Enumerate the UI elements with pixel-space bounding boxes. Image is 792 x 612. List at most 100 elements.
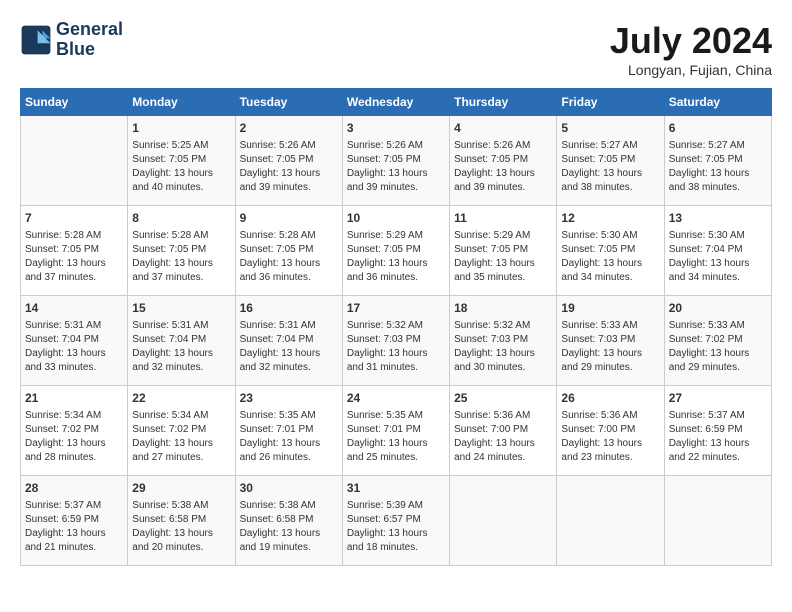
day-info: Sunrise: 5:26 AM Sunset: 7:05 PM Dayligh… (347, 139, 445, 195)
day-info: Sunrise: 5:25 AM Sunset: 7:05 PM Dayligh… (132, 139, 230, 195)
calendar-day-cell: 14Sunrise: 5:31 AM Sunset: 7:04 PM Dayli… (21, 296, 128, 386)
day-info: Sunrise: 5:35 AM Sunset: 7:01 PM Dayligh… (240, 409, 338, 465)
day-info: Sunrise: 5:28 AM Sunset: 7:05 PM Dayligh… (25, 229, 123, 285)
day-number: 15 (132, 300, 230, 317)
day-info: Sunrise: 5:29 AM Sunset: 7:05 PM Dayligh… (454, 229, 552, 285)
day-info: Sunrise: 5:36 AM Sunset: 7:00 PM Dayligh… (561, 409, 659, 465)
calendar-day-header: Tuesday (235, 89, 342, 116)
day-number: 25 (454, 390, 552, 407)
day-number: 6 (669, 120, 767, 137)
calendar-day-header: Monday (128, 89, 235, 116)
day-info: Sunrise: 5:33 AM Sunset: 7:03 PM Dayligh… (561, 319, 659, 375)
day-info: Sunrise: 5:39 AM Sunset: 6:57 PM Dayligh… (347, 499, 445, 555)
day-info: Sunrise: 5:38 AM Sunset: 6:58 PM Dayligh… (240, 499, 338, 555)
calendar-day-cell: 9Sunrise: 5:28 AM Sunset: 7:05 PM Daylig… (235, 206, 342, 296)
day-number: 1 (132, 120, 230, 137)
day-number: 11 (454, 210, 552, 227)
day-info: Sunrise: 5:31 AM Sunset: 7:04 PM Dayligh… (25, 319, 123, 375)
day-number: 30 (240, 480, 338, 497)
calendar-day-cell (21, 116, 128, 206)
calendar-header-row: SundayMondayTuesdayWednesdayThursdayFrid… (21, 89, 772, 116)
day-info: Sunrise: 5:33 AM Sunset: 7:02 PM Dayligh… (669, 319, 767, 375)
calendar-day-cell: 6Sunrise: 5:27 AM Sunset: 7:05 PM Daylig… (664, 116, 771, 206)
day-number: 4 (454, 120, 552, 137)
day-number: 3 (347, 120, 445, 137)
calendar-day-cell: 23Sunrise: 5:35 AM Sunset: 7:01 PM Dayli… (235, 386, 342, 476)
page-header: General Blue July 2024 Longyan, Fujian, … (20, 20, 772, 78)
day-number: 24 (347, 390, 445, 407)
calendar-day-cell: 28 Sunrise: 5:37 AM Sunset: 6:59 PM Dayli… (21, 476, 128, 566)
day-number: 29 (132, 480, 230, 497)
calendar-day-cell: 21Sunrise: 5:34 AM Sunset: 7:02 PM Dayli… (21, 386, 128, 476)
day-info: Sunrise: 5:38 AM Sunset: 6:58 PM Dayligh… (132, 499, 230, 555)
day-info: Sunrise: 5:32 AM Sunset: 7:03 PM Dayligh… (454, 319, 552, 375)
calendar-day-cell: 4 Sunrise: 5:26 AM Sunset: 7:05 PM Daylig… (450, 116, 557, 206)
calendar-week-row: 7 Sunrise: 5:28 AM Sunset: 7:05 PM Daylig… (21, 206, 772, 296)
day-info: Sunrise: 5:29 AM Sunset: 7:05 PM Dayligh… (347, 229, 445, 285)
day-info: Sunrise: 5:30 AM Sunset: 7:04 PM Dayligh… (669, 229, 767, 285)
day-number: 28 (25, 480, 123, 497)
day-info: Sunrise: 5:37 AM Sunset: 6:59 PM Dayligh… (25, 499, 123, 555)
calendar-day-cell: 30 Sunrise: 5:38 AM Sunset: 6:58 PM Dayli… (235, 476, 342, 566)
day-info: Sunrise: 5:26 AM Sunset: 7:05 PM Dayligh… (454, 139, 552, 195)
day-info: Sunrise: 5:31 AM Sunset: 7:04 PM Dayligh… (240, 319, 338, 375)
day-number: 7 (25, 210, 123, 227)
day-number: 27 (669, 390, 767, 407)
calendar-day-header: Sunday (21, 89, 128, 116)
day-number: 26 (561, 390, 659, 407)
calendar-day-cell: 8Sunrise: 5:28 AM Sunset: 7:05 PM Daylig… (128, 206, 235, 296)
calendar-day-cell: 11 Sunrise: 5:29 AM Sunset: 7:05 PM Dayli… (450, 206, 557, 296)
calendar-day-cell: 17 Sunrise: 5:32 AM Sunset: 7:03 PM Dayli… (342, 296, 449, 386)
calendar-body: 1 Sunrise: 5:25 AM Sunset: 7:05 PM Daylig… (21, 116, 772, 566)
logo-text: General Blue (56, 20, 123, 60)
day-number: 10 (347, 210, 445, 227)
calendar-day-cell: 1 Sunrise: 5:25 AM Sunset: 7:05 PM Daylig… (128, 116, 235, 206)
calendar-day-cell: 7 Sunrise: 5:28 AM Sunset: 7:05 PM Daylig… (21, 206, 128, 296)
day-number: 22 (132, 390, 230, 407)
calendar-day-cell: 19 Sunrise: 5:33 AM Sunset: 7:03 PM Dayli… (557, 296, 664, 386)
day-info: Sunrise: 5:36 AM Sunset: 7:00 PM Dayligh… (454, 409, 552, 465)
calendar-day-cell: 26 Sunrise: 5:36 AM Sunset: 7:00 PM Dayli… (557, 386, 664, 476)
day-info: Sunrise: 5:26 AM Sunset: 7:05 PM Dayligh… (240, 139, 338, 195)
calendar-day-cell (450, 476, 557, 566)
logo-icon (20, 24, 52, 56)
day-number: 12 (561, 210, 659, 227)
calendar-day-cell: 25 Sunrise: 5:36 AM Sunset: 7:00 PM Dayli… (450, 386, 557, 476)
calendar-day-cell: 3 Sunrise: 5:26 AM Sunset: 7:05 PM Daylig… (342, 116, 449, 206)
day-info: Sunrise: 5:32 AM Sunset: 7:03 PM Dayligh… (347, 319, 445, 375)
day-number: 21 (25, 390, 123, 407)
calendar-week-row: 21 Sunrise: 5:34 AM Sunset: 7:02 PM Dayli… (21, 386, 772, 476)
day-number: 8 (132, 210, 230, 227)
calendar-day-cell: 31Sunrise: 5:39 AM Sunset: 6:57 PM Dayli… (342, 476, 449, 566)
calendar-day-header: Wednesday (342, 89, 449, 116)
day-number: 5 (561, 120, 659, 137)
day-info: Sunrise: 5:27 AM Sunset: 7:05 PM Dayligh… (561, 139, 659, 195)
calendar-day-cell: 27 Sunrise: 5:37 AM Sunset: 6:59 PM Dayli… (664, 386, 771, 476)
month-title: July 2024 (610, 20, 772, 62)
calendar-table: SundayMondayTuesdayWednesdayThursdayFrid… (20, 88, 772, 566)
day-number: 2 (240, 120, 338, 137)
calendar-day-header: Thursday (450, 89, 557, 116)
day-info: Sunrise: 5:34 AM Sunset: 7:02 PM Dayligh… (132, 409, 230, 465)
calendar-day-cell: 24Sunrise: 5:35 AM Sunset: 7:01 PM Dayli… (342, 386, 449, 476)
day-number: 19 (561, 300, 659, 317)
calendar-week-row: 28 Sunrise: 5:37 AM Sunset: 6:59 PM Dayli… (21, 476, 772, 566)
day-info: Sunrise: 5:37 AM Sunset: 6:59 PM Dayligh… (669, 409, 767, 465)
day-info: Sunrise: 5:30 AM Sunset: 7:05 PM Dayligh… (561, 229, 659, 285)
logo: General Blue (20, 20, 123, 60)
location: Longyan, Fujian, China (610, 62, 772, 78)
day-number: 17 (347, 300, 445, 317)
calendar-week-row: 1 Sunrise: 5:25 AM Sunset: 7:05 PM Daylig… (21, 116, 772, 206)
day-number: 18 (454, 300, 552, 317)
calendar-day-cell: 20 Sunrise: 5:33 AM Sunset: 7:02 PM Dayli… (664, 296, 771, 386)
calendar-day-cell: 12 Sunrise: 5:30 AM Sunset: 7:05 PM Dayli… (557, 206, 664, 296)
calendar-day-header: Saturday (664, 89, 771, 116)
calendar-day-cell: 13Sunrise: 5:30 AM Sunset: 7:04 PM Dayli… (664, 206, 771, 296)
calendar-day-cell (557, 476, 664, 566)
calendar-day-cell: 5 Sunrise: 5:27 AM Sunset: 7:05 PM Daylig… (557, 116, 664, 206)
day-info: Sunrise: 5:31 AM Sunset: 7:04 PM Dayligh… (132, 319, 230, 375)
calendar-day-cell (664, 476, 771, 566)
calendar-day-cell: 29 Sunrise: 5:38 AM Sunset: 6:58 PM Dayli… (128, 476, 235, 566)
calendar-day-cell: 22 Sunrise: 5:34 AM Sunset: 7:02 PM Dayli… (128, 386, 235, 476)
day-number: 20 (669, 300, 767, 317)
